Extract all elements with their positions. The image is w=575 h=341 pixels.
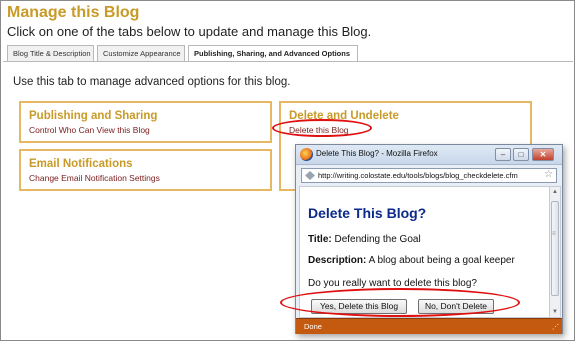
blog-title-line: Title: Defending the Goal <box>308 234 421 245</box>
close-button[interactable]: ✕ <box>532 148 554 161</box>
page-intro: Click on one of the tabs below to update… <box>7 24 372 39</box>
publishing-sharing-box: Publishing and Sharing Control Who Can V… <box>19 101 272 143</box>
resize-grip-icon[interactable]: ⋰ <box>552 323 559 331</box>
publishing-sharing-title: Publishing and Sharing <box>29 110 158 122</box>
popup-statusbar: Done ⋰ <box>296 318 562 334</box>
highlight-ellipse-buttons <box>280 288 520 317</box>
page-title: Manage this Blog <box>7 4 140 21</box>
maximize-button[interactable]: □ <box>513 148 529 161</box>
scroll-down-icon[interactable]: ▼ <box>552 309 558 315</box>
tab-customize-appearance[interactable]: Customize Appearance <box>97 45 185 61</box>
scroll-thumb[interactable] <box>551 201 559 296</box>
description-value: A blog about being a goal keeper <box>366 255 515 266</box>
screenshot-frame: Manage this Blog Click on one of the tab… <box>0 0 575 341</box>
address-bar[interactable]: http://writing.colostate.edu/tools/blogs… <box>301 168 557 183</box>
title-value: Defending the Goal <box>331 234 421 245</box>
site-identity-icon <box>305 171 315 180</box>
popup-titlebar[interactable]: Delete This Blog? - Mozilla Firefox – □ … <box>296 145 562 165</box>
panel-intro: Use this tab to manage advanced options … <box>13 76 291 88</box>
description-label: Description: <box>308 255 367 266</box>
address-url: http://writing.colostate.edu/tools/blogs… <box>318 171 518 180</box>
popup-window-title: Delete This Blog? - Mozilla Firefox <box>316 149 438 158</box>
tab-blog-title-description[interactable]: Blog Title & Description <box>7 45 94 61</box>
email-notifications-title: Email Notifications <box>29 158 133 170</box>
email-notifications-box: Email Notifications Change Email Notific… <box>19 149 272 191</box>
vertical-scrollbar[interactable]: ▲ ≡ ▼ <box>550 186 561 318</box>
firefox-icon <box>300 148 313 161</box>
blog-description-line: Description: A blog about being a goal k… <box>308 255 515 266</box>
email-settings-link[interactable]: Change Email Notification Settings <box>29 173 160 183</box>
tab-publishing-sharing-advanced[interactable]: Publishing, Sharing, and Advanced Option… <box>188 45 358 62</box>
star-icon[interactable]: ☆ <box>544 169 553 180</box>
status-text: Done <box>304 322 322 331</box>
scroll-grip-icon: ≡ <box>552 231 556 237</box>
scroll-up-icon[interactable]: ▲ <box>552 189 558 195</box>
control-view-link[interactable]: Control Who Can View this Blog <box>29 125 150 135</box>
popup-heading: Delete This Blog? <box>308 205 427 221</box>
minimize-button[interactable]: – <box>495 148 511 161</box>
title-label: Title: <box>308 234 332 245</box>
highlight-ellipse-delete-link <box>272 119 372 137</box>
